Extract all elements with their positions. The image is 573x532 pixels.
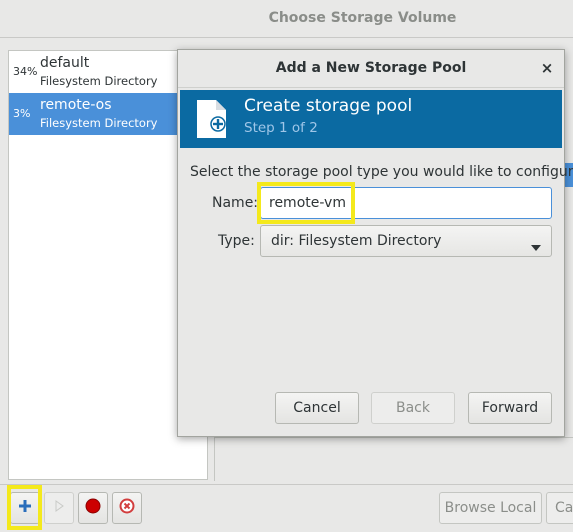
cancel-button[interactable]: Ca [546, 492, 573, 524]
volume-panel [214, 437, 573, 481]
type-dropdown-value: dir: Filesystem Directory [271, 233, 442, 249]
dialog-titlebar: Add a New Storage Pool × [178, 50, 564, 88]
pool-name: default [40, 55, 90, 71]
type-dropdown[interactable]: dir: Filesystem Directory [260, 225, 552, 257]
stop-pool-button[interactable] [78, 492, 108, 524]
wizard-title: Create storage pool [244, 96, 413, 116]
name-label: Name: [212, 195, 259, 211]
wizard-step: Step 1 of 2 [244, 120, 318, 136]
name-input[interactable] [260, 187, 552, 219]
delete-circle-icon [119, 498, 135, 518]
chevron-down-icon [531, 239, 541, 255]
type-label: Type: [218, 233, 255, 249]
record-icon [85, 498, 101, 518]
add-storage-pool-dialog: Add a New Storage Pool × Create storage … [177, 49, 573, 437]
browse-local-button[interactable]: Browse Local [439, 492, 542, 524]
play-icon [53, 500, 65, 516]
back-button[interactable]: Back [371, 392, 455, 424]
pool-type: Filesystem Directory [40, 116, 158, 130]
close-icon[interactable]: × [538, 59, 556, 77]
new-file-icon [194, 98, 230, 144]
cancel-button[interactable]: Cancel [275, 392, 359, 424]
delete-pool-button[interactable] [112, 492, 142, 524]
pool-usage-percent: 3% [13, 107, 31, 120]
window-title: Choose Storage Volume [268, 10, 457, 26]
pool-name: remote-os [40, 97, 112, 113]
dialog-title: Add a New Storage Pool [275, 60, 467, 76]
forward-button[interactable]: Forward [468, 392, 552, 424]
pool-usage-percent: 34% [13, 65, 38, 78]
instruction-text: Select the storage pool type you would l… [190, 164, 573, 180]
add-button-highlight [7, 485, 42, 530]
start-pool-button[interactable] [44, 492, 74, 524]
window-titlebar: Choose Storage Volume [0, 0, 573, 38]
wizard-banner: Create storage pool Step 1 of 2 [180, 90, 562, 148]
pool-type: Filesystem Directory [40, 74, 158, 88]
